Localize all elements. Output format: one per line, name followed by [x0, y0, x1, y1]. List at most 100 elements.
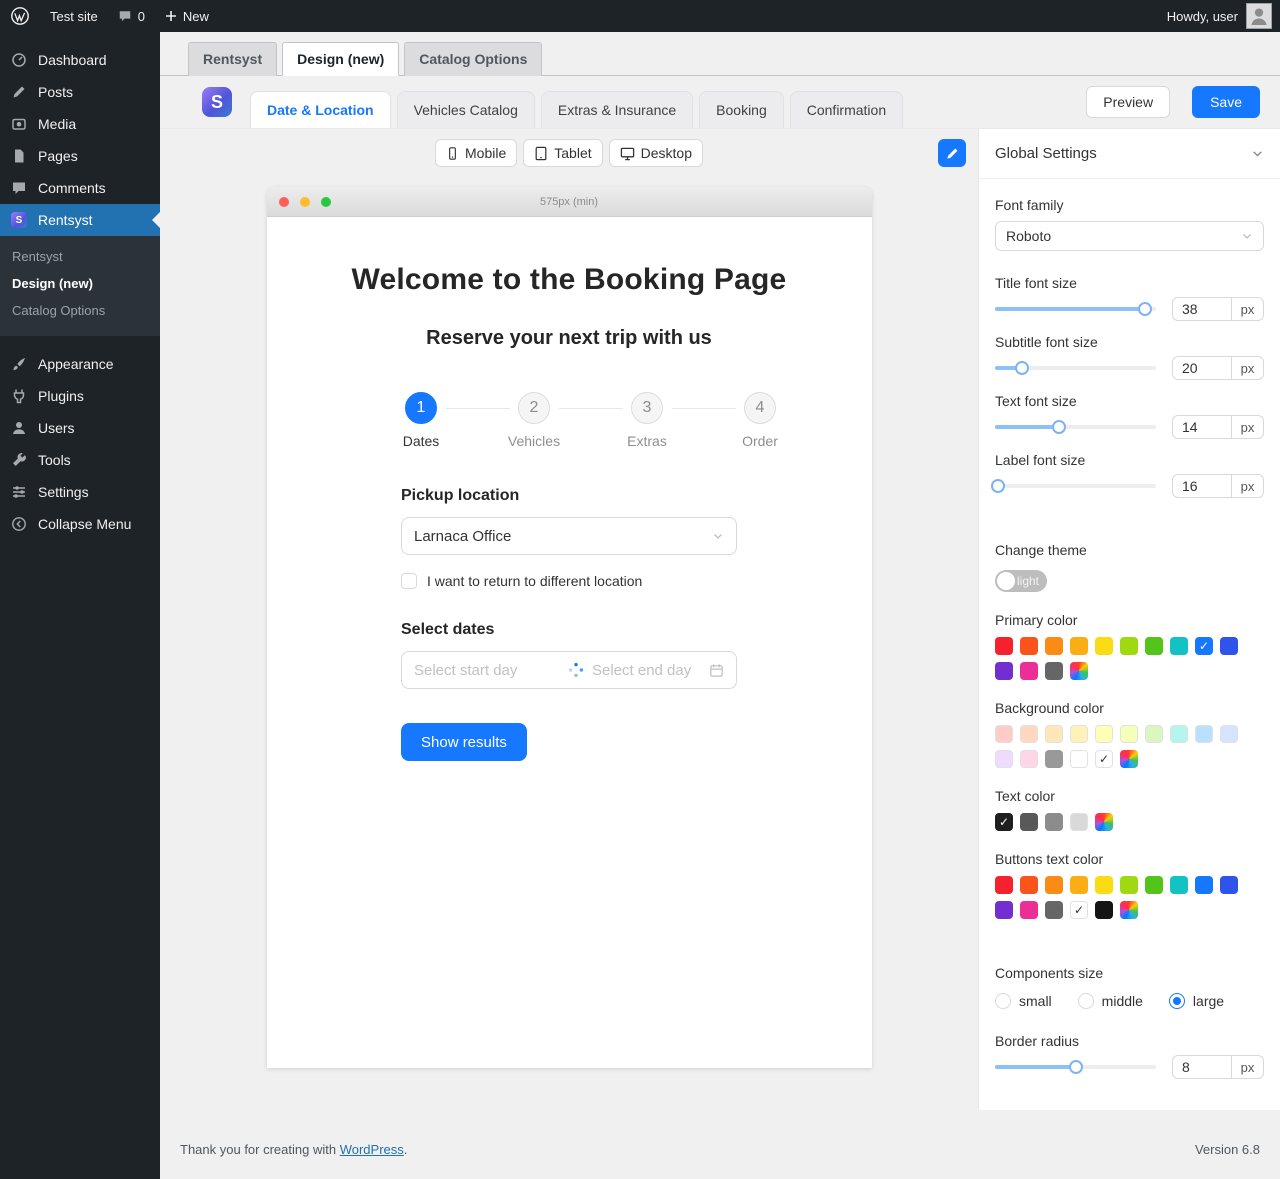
custom-color-swatch[interactable]: [1120, 901, 1138, 919]
show-results-button[interactable]: Show results: [401, 723, 527, 761]
slider-handle[interactable]: [1015, 361, 1029, 375]
color-swatch[interactable]: [1170, 637, 1188, 655]
comments-bubble[interactable]: 0: [108, 0, 155, 32]
color-swatch[interactable]: [1170, 876, 1188, 894]
color-swatch[interactable]: [1120, 637, 1138, 655]
save-button[interactable]: Save: [1192, 86, 1260, 118]
step-extras[interactable]: 3 Extras: [591, 392, 704, 449]
text-font-size-input[interactable]: [1172, 415, 1232, 439]
color-swatch[interactable]: ✓: [1095, 750, 1113, 768]
date-range-picker[interactable]: Select start day Select end day: [401, 651, 737, 689]
new-content-button[interactable]: New: [155, 0, 219, 32]
radio-icon-checked[interactable]: [1169, 993, 1185, 1009]
color-swatch[interactable]: [1020, 876, 1038, 894]
tab-rentsyst[interactable]: Rentsyst: [188, 42, 277, 76]
tab-catalog-options[interactable]: Catalog Options: [404, 42, 542, 76]
return-location-checkbox[interactable]: [401, 573, 417, 589]
sidebar-item-pages[interactable]: Pages: [0, 140, 160, 172]
color-swatch[interactable]: [1120, 725, 1138, 743]
color-swatch[interactable]: ✓: [1195, 637, 1213, 655]
color-swatch[interactable]: [1020, 750, 1038, 768]
subtitle-font-size-input[interactable]: [1172, 356, 1232, 380]
color-swatch[interactable]: [995, 750, 1013, 768]
sidebar-item-comments[interactable]: Comments: [0, 172, 160, 204]
color-swatch[interactable]: ✓: [995, 813, 1013, 831]
label-font-size-slider[interactable]: [995, 484, 1156, 488]
sidebar-item-settings[interactable]: Settings: [0, 476, 160, 508]
color-swatch[interactable]: [1020, 662, 1038, 680]
color-swatch[interactable]: [1020, 901, 1038, 919]
slider-handle[interactable]: [1052, 420, 1066, 434]
howdy-text[interactable]: Howdy, user: [1167, 9, 1238, 24]
tab-date-location[interactable]: Date & Location: [250, 91, 391, 128]
label-font-size-input[interactable]: [1172, 474, 1232, 498]
color-swatch[interactable]: [1070, 637, 1088, 655]
size-option-large[interactable]: large: [1169, 993, 1224, 1009]
sidebar-item-tools[interactable]: Tools: [0, 444, 160, 476]
slider-handle[interactable]: [1138, 302, 1152, 316]
subtitle-font-size-slider[interactable]: [995, 366, 1156, 370]
submenu-item-rentsyst[interactable]: Rentsyst: [0, 243, 160, 270]
color-swatch[interactable]: [1045, 725, 1063, 743]
wordpress-link[interactable]: WordPress: [340, 1142, 404, 1157]
text-font-size-slider[interactable]: [995, 425, 1156, 429]
color-swatch[interactable]: [1220, 725, 1238, 743]
sidebar-item-dashboard[interactable]: Dashboard: [0, 44, 160, 76]
color-swatch[interactable]: [1020, 637, 1038, 655]
color-swatch[interactable]: [1020, 725, 1038, 743]
edit-button[interactable]: [938, 139, 966, 167]
pickup-location-select[interactable]: Larnaca Office: [401, 517, 737, 555]
custom-color-swatch[interactable]: [1120, 750, 1138, 768]
radio-icon[interactable]: [995, 993, 1011, 1009]
preview-button[interactable]: Preview: [1086, 86, 1170, 118]
color-swatch[interactable]: [1195, 876, 1213, 894]
color-swatch[interactable]: [1070, 750, 1088, 768]
tab-extras-insurance[interactable]: Extras & Insurance: [541, 91, 693, 128]
slider-handle[interactable]: [991, 479, 1005, 493]
color-swatch[interactable]: [1220, 637, 1238, 655]
size-option-middle[interactable]: middle: [1078, 993, 1143, 1009]
tablet-view-button[interactable]: Tablet: [523, 139, 602, 167]
custom-color-swatch[interactable]: [1070, 662, 1088, 680]
color-swatch[interactable]: [995, 876, 1013, 894]
tab-booking[interactable]: Booking: [699, 91, 784, 128]
color-swatch[interactable]: [1070, 725, 1088, 743]
color-swatch[interactable]: [1095, 876, 1113, 894]
color-swatch[interactable]: [1045, 662, 1063, 680]
color-swatch[interactable]: [1045, 876, 1063, 894]
color-swatch[interactable]: [1145, 725, 1163, 743]
desktop-view-button[interactable]: Desktop: [609, 139, 703, 167]
tab-design-new[interactable]: Design (new): [282, 42, 399, 76]
color-swatch[interactable]: [1145, 637, 1163, 655]
color-swatch[interactable]: [1120, 876, 1138, 894]
color-swatch[interactable]: [1095, 725, 1113, 743]
theme-toggle[interactable]: light: [995, 570, 1047, 592]
sidebar-item-rentsyst[interactable]: S Rentsyst: [0, 204, 160, 236]
color-swatch[interactable]: [995, 901, 1013, 919]
color-swatch[interactable]: [1195, 725, 1213, 743]
font-family-select[interactable]: Roboto: [995, 221, 1264, 251]
color-swatch[interactable]: [995, 725, 1013, 743]
color-swatch[interactable]: [1020, 813, 1038, 831]
color-swatch[interactable]: [995, 637, 1013, 655]
title-font-size-input[interactable]: [1172, 297, 1232, 321]
color-swatch[interactable]: [1145, 876, 1163, 894]
color-swatch[interactable]: [1070, 813, 1088, 831]
wordpress-logo-icon[interactable]: [0, 0, 40, 32]
sidebar-item-users[interactable]: Users: [0, 412, 160, 444]
slider-handle[interactable]: [1069, 1060, 1083, 1074]
global-settings-header[interactable]: Global Settings: [979, 129, 1280, 179]
end-date-placeholder[interactable]: Select end day: [592, 662, 701, 679]
title-font-size-slider[interactable]: [995, 307, 1156, 311]
submenu-item-catalog-options[interactable]: Catalog Options: [0, 297, 160, 324]
step-order[interactable]: 4 Order: [704, 392, 817, 449]
sidebar-item-posts[interactable]: Posts: [0, 76, 160, 108]
color-swatch[interactable]: [1045, 901, 1063, 919]
color-swatch[interactable]: ✓: [1070, 901, 1088, 919]
color-swatch[interactable]: [1170, 725, 1188, 743]
avatar[interactable]: [1246, 3, 1272, 29]
sidebar-item-collapse-menu[interactable]: Collapse Menu: [0, 508, 160, 540]
border-radius-slider[interactable]: [995, 1065, 1156, 1069]
site-name-link[interactable]: Test site: [40, 0, 108, 32]
color-swatch[interactable]: [1095, 901, 1113, 919]
